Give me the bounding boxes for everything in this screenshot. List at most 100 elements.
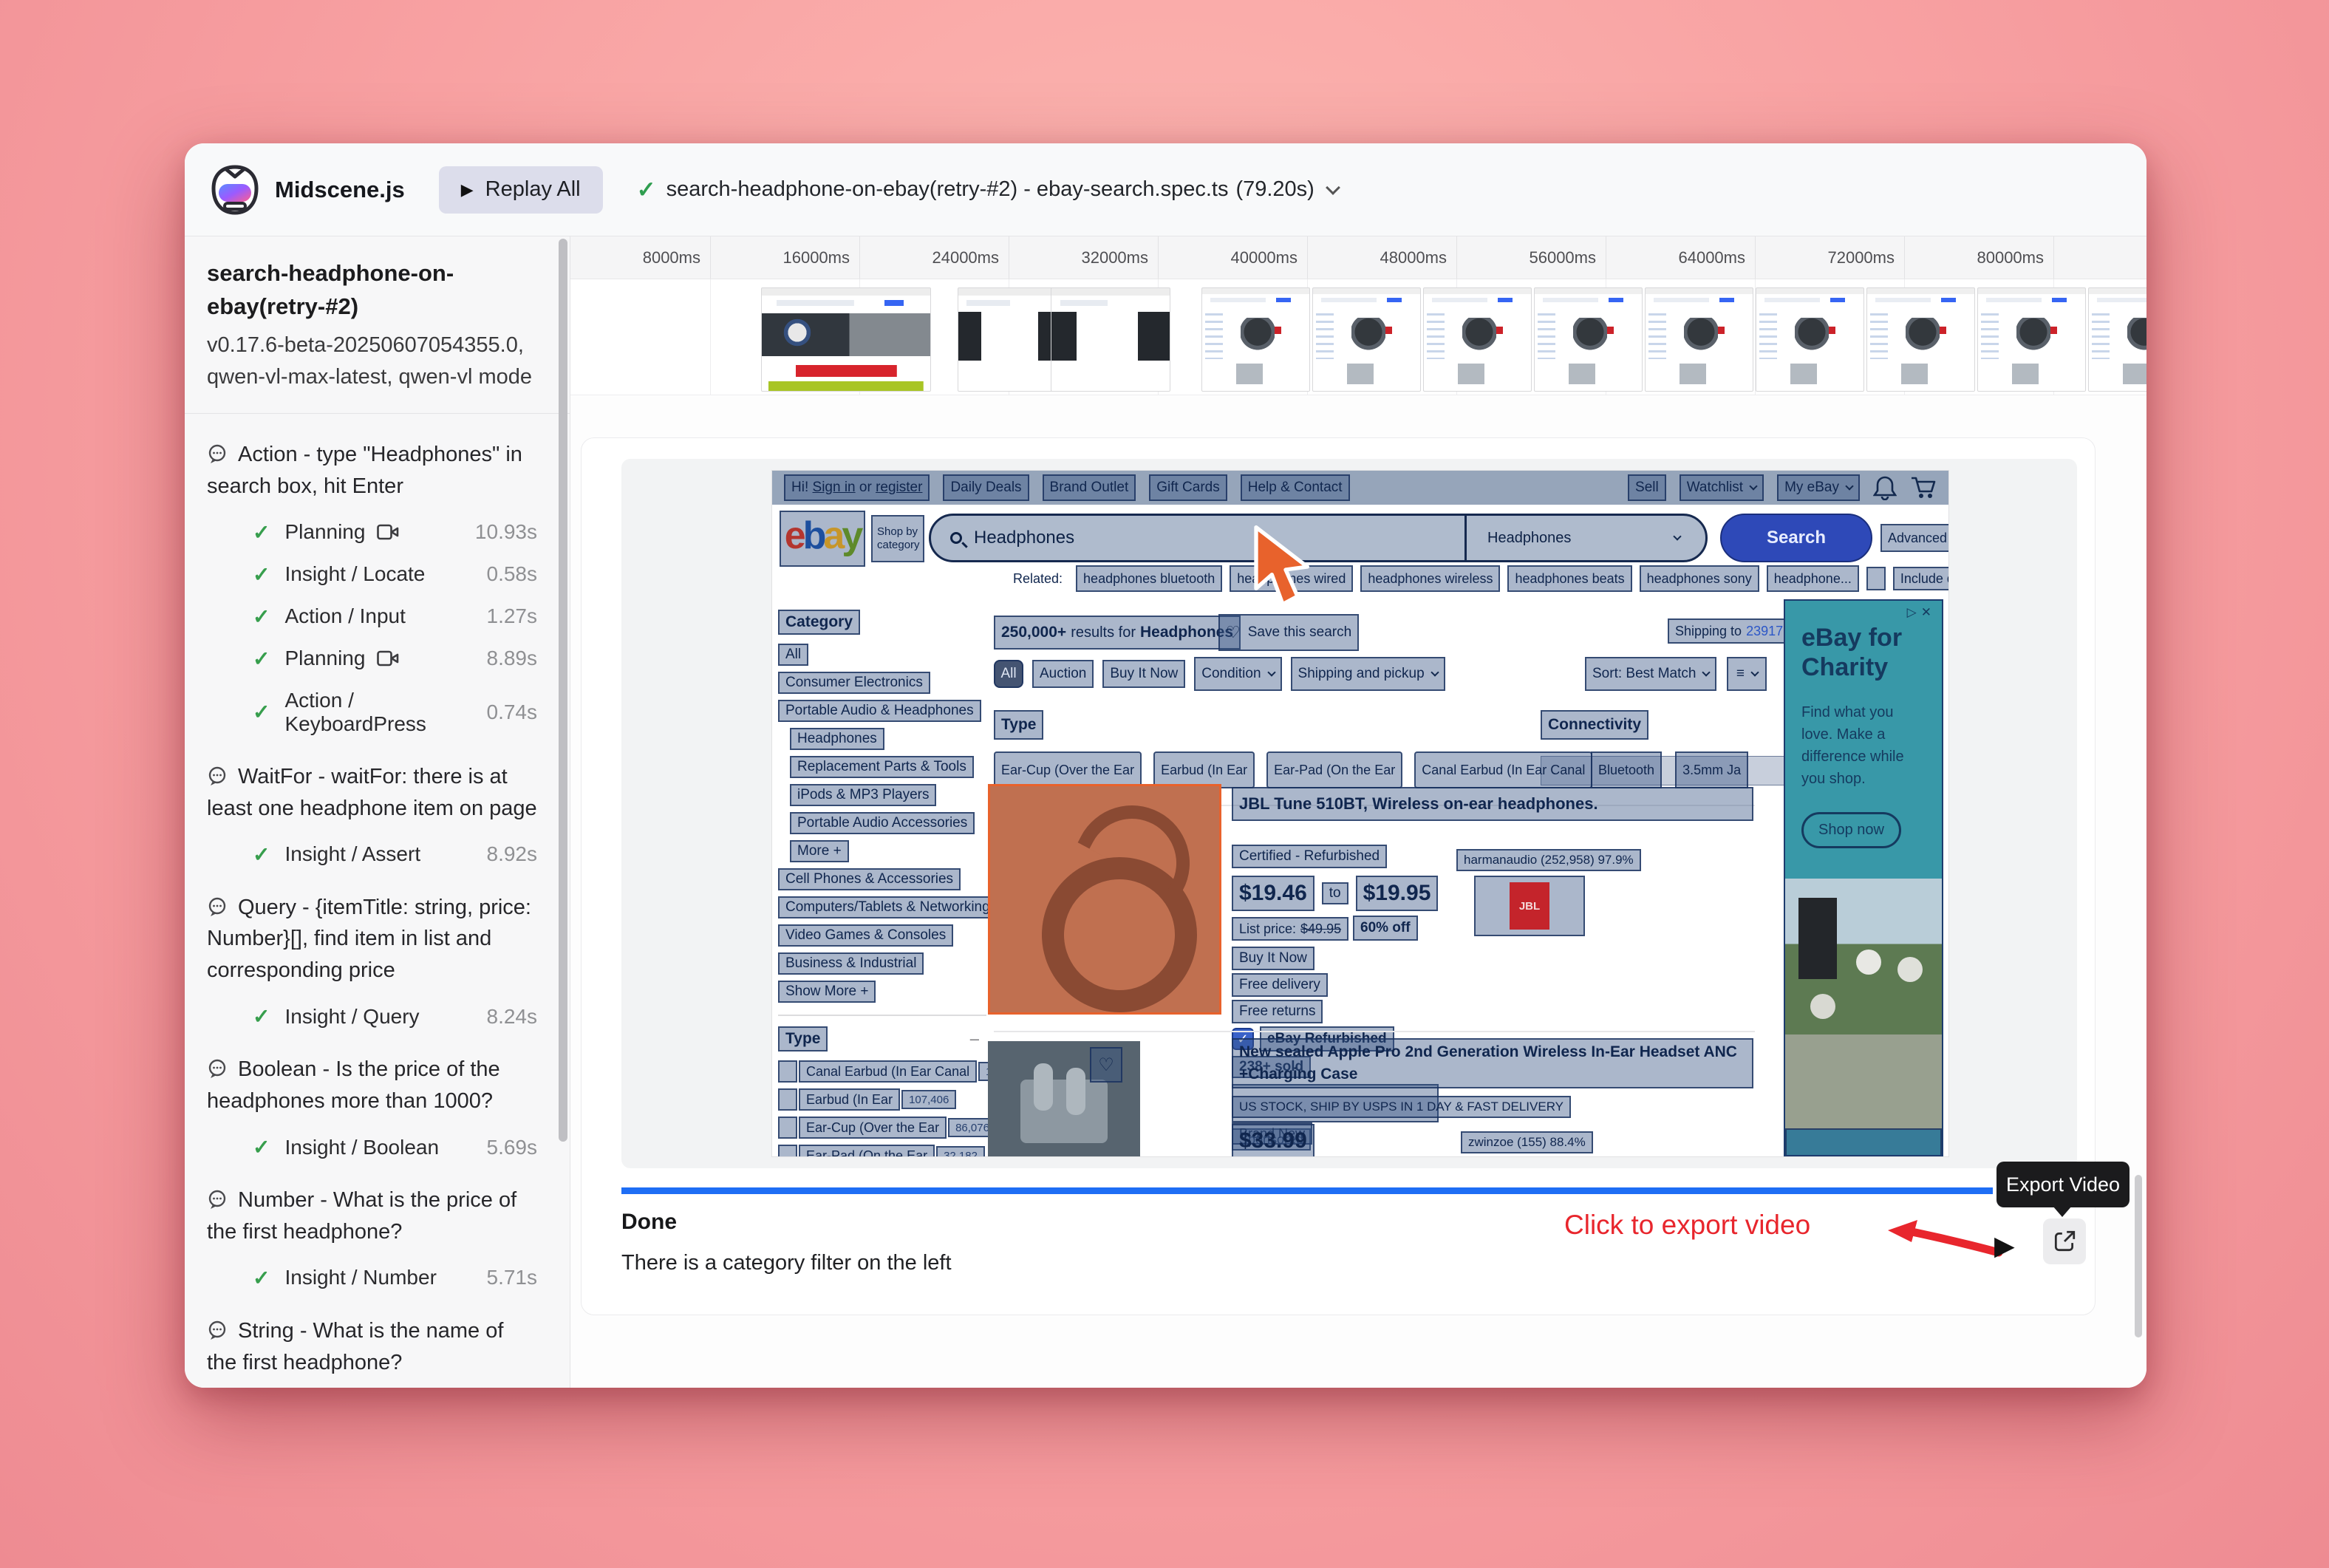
sell-link[interactable]: Sell: [1628, 474, 1666, 501]
category-link[interactable]: Business & Industrial: [778, 952, 924, 975]
waitfor-group[interactable]: WaitFor - waitFor: there is at least one…: [207, 761, 537, 867]
timeline-thumbnail[interactable]: [1051, 287, 1170, 392]
query-group[interactable]: Query - {itemTitle: string, price: Numbe…: [207, 892, 537, 1029]
item2-title[interactable]: New sealed Apple Pro 2nd Generation Wire…: [1232, 1038, 1753, 1088]
category-link[interactable]: More +: [790, 840, 849, 862]
watchlist-dropdown[interactable]: Watchlist: [1680, 474, 1764, 501]
adchoices-close-icons[interactable]: ▷✕: [1907, 605, 1936, 620]
advanced-search-link[interactable]: Advanced: [1880, 524, 1948, 552]
category-link[interactable]: Consumer Electronics: [778, 672, 930, 694]
sidebar-scrollbar[interactable]: [559, 239, 567, 1142]
category-link[interactable]: Replacement Parts & Tools: [790, 756, 974, 778]
related-chip[interactable]: headphones bluetooth: [1076, 565, 1222, 592]
bell-icon[interactable]: [1873, 475, 1897, 500]
test-title-dropdown[interactable]: ✓ search-headphone-on-ebay(retry-#2) - e…: [637, 177, 1338, 203]
category-link[interactable]: iPods & MP3 Players: [790, 784, 936, 806]
type-chip[interactable]: Ear-Pad (On the Ear: [1266, 751, 1402, 788]
string-group[interactable]: String - What is the name of the first h…: [207, 1315, 537, 1388]
shop-now-button[interactable]: Shop now: [1801, 812, 1901, 848]
step-row[interactable]: ✓ Action / KeyboardPress 0.74s: [207, 689, 537, 736]
replay-progress-bar[interactable]: [621, 1187, 1993, 1194]
item1-title[interactable]: JBL Tune 510BT, Wireless on-ear headphon…: [1232, 787, 1753, 821]
step-row[interactable]: ✓ Insight / Number 5.71s: [207, 1266, 537, 1290]
checkbox[interactable]: [778, 1117, 797, 1139]
play-button[interactable]: ▶: [1994, 1230, 2015, 1261]
connectivity-chip[interactable]: 3.5mm Ja: [1675, 751, 1748, 788]
number-group[interactable]: Number - What is the price of the first …: [207, 1184, 537, 1290]
ebay-logo[interactable]: ebay: [780, 511, 865, 567]
view-options-button[interactable]: ≡: [1727, 657, 1767, 691]
item1-seller[interactable]: harmanaudio (252,958) 97.9%: [1456, 849, 1641, 871]
boolean-group[interactable]: Boolean - Is the price of the headphones…: [207, 1054, 537, 1159]
filter-tab-all[interactable]: All: [994, 660, 1023, 688]
collapse-icon[interactable]: –: [970, 1029, 979, 1049]
category-link[interactable]: All: [778, 644, 808, 666]
type-chip[interactable]: Canal Earbud (In Ear Canal: [1414, 751, 1592, 788]
filter-tab-auction[interactable]: Auction: [1032, 660, 1094, 688]
shipping-to[interactable]: Shipping to23917: [1668, 618, 1790, 644]
item1-image-highlighted[interactable]: [988, 784, 1221, 1015]
timeline-thumbnail[interactable]: [1866, 287, 1975, 392]
category-link[interactable]: Show More +: [778, 981, 876, 1003]
signin-link[interactable]: Hi! Sign in or register: [784, 474, 930, 501]
category-link[interactable]: Portable Audio Accessories: [790, 812, 975, 834]
related-chip[interactable]: headphones wireless: [1360, 565, 1500, 592]
timeline-thumbnail[interactable]: [1756, 287, 1864, 392]
related-chip[interactable]: headphones beats: [1507, 565, 1631, 592]
related-chip[interactable]: headphone...: [1767, 565, 1859, 592]
type-filter-option[interactable]: Canal Earbud (In Ear Canal 10,934: [778, 1060, 986, 1083]
category-link[interactable]: Cell Phones & Accessories: [778, 868, 961, 890]
cart-icon[interactable]: [1910, 475, 1937, 500]
my-ebay-dropdown[interactable]: My eBay: [1777, 474, 1860, 501]
filter-tab-buy-it-now[interactable]: Buy It Now: [1102, 660, 1185, 688]
timeline-thumbnail[interactable]: [1977, 287, 2086, 392]
step-row[interactable]: ✓ Insight / Assert 8.92s: [207, 842, 537, 867]
daily-deals-link[interactable]: Daily Deals: [943, 474, 1029, 501]
item2-seller[interactable]: zwinzoe (155) 88.4%: [1461, 1131, 1593, 1153]
item2-watch-heart-button[interactable]: ♡: [1090, 1047, 1122, 1083]
search-button[interactable]: Search: [1720, 514, 1872, 562]
shipping-pickup-dropdown[interactable]: Shipping and pickup: [1291, 657, 1445, 691]
timeline-thumbnail[interactable]: [1423, 287, 1532, 392]
timeline-thumbnail[interactable]: [1645, 287, 1753, 392]
type-filter-option[interactable]: Ear-Pad (On the Ear 32,182: [778, 1145, 986, 1156]
step-row[interactable]: ✓ Insight / Boolean 5.69s: [207, 1135, 537, 1159]
checkbox[interactable]: [778, 1145, 797, 1156]
action-group[interactable]: Action - type "Headphones" in search box…: [207, 439, 537, 736]
category-link[interactable]: Portable Audio & Headphones: [778, 700, 981, 722]
step-row[interactable]: ✓ Planning 10.93s: [207, 520, 537, 545]
checkbox[interactable]: [778, 1060, 797, 1083]
shop-by-category-dropdown[interactable]: Shop by category: [871, 515, 924, 562]
step-row[interactable]: ✓ Insight / Locate 0.58s: [207, 562, 537, 587]
step-row[interactable]: ✓ Action / Input 1.27s: [207, 604, 537, 629]
sort-dropdown[interactable]: Sort: Best Match: [1585, 657, 1716, 691]
step-row[interactable]: ✓ Planning 8.89s: [207, 647, 537, 671]
save-search-button[interactable]: ♡ Save this search: [1218, 614, 1359, 651]
type-filter-option[interactable]: Ear-Cup (Over the Ear 86,076: [778, 1117, 986, 1139]
include-description-checkbox[interactable]: [1866, 567, 1886, 590]
search-category-select[interactable]: Headphones: [1464, 516, 1686, 560]
connectivity-chip[interactable]: Bluetooth: [1591, 751, 1662, 788]
help-contact-link[interactable]: Help & Contact: [1241, 474, 1350, 501]
gift-cards-link[interactable]: Gift Cards: [1149, 474, 1227, 501]
category-link[interactable]: Headphones: [790, 728, 884, 750]
timeline-thumbnail[interactable]: [1312, 287, 1421, 392]
condition-dropdown[interactable]: Condition: [1194, 657, 1281, 691]
timeline-thumbnail[interactable]: [2088, 287, 2146, 392]
category-link[interactable]: Computers/Tablets & Networking: [778, 896, 998, 918]
type-filter-option[interactable]: Earbud (In Ear 107,406: [778, 1088, 986, 1111]
replay-all-button[interactable]: ▶ Replay All: [439, 166, 603, 214]
brand-outlet-link[interactable]: Brand Outlet: [1043, 474, 1136, 501]
timeline-thumbnail[interactable]: [761, 287, 931, 392]
timeline-thumbnail[interactable]: [1201, 287, 1310, 392]
category-link[interactable]: Video Games & Consoles: [778, 924, 953, 947]
related-chip[interactable]: headphones sony: [1640, 565, 1759, 592]
timeline-thumbnail[interactable]: [1534, 287, 1643, 392]
type-chip[interactable]: Earbud (In Ear: [1153, 751, 1255, 788]
step-row[interactable]: ✓ Insight / Query 8.24s: [207, 1004, 537, 1029]
charity-ad[interactable]: ▷✕ eBay for Charity Find what you love. …: [1784, 599, 1943, 1156]
main-scrollbar[interactable]: [2135, 1175, 2142, 1337]
checkbox[interactable]: [778, 1088, 797, 1111]
search-input[interactable]: Headphones Headphones: [929, 514, 1708, 562]
type-chip[interactable]: Ear-Cup (Over the Ear: [994, 751, 1142, 788]
